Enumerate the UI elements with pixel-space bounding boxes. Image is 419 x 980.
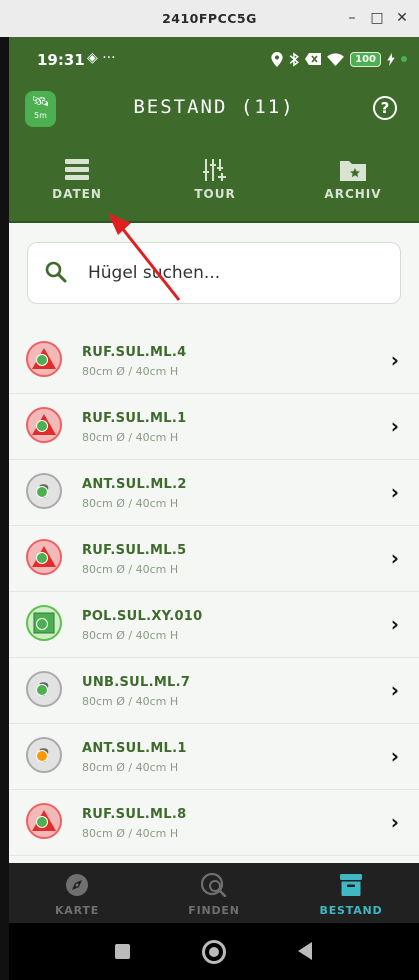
battery-indicator: 100 [350,51,381,67]
system-navigation-bar [9,923,419,980]
item-dimensions: 80cm Ø / 40cm H [82,365,179,378]
item-name: UNB.SUL.ML.7 [82,675,191,690]
status-dot-icon [36,816,48,828]
item-name: RUF.SUL.ML.4 [82,345,187,360]
back-button[interactable] [298,942,312,960]
nav-label: BESTAND [319,904,383,917]
status-bar: 19:31 ◈ ··· 100 [9,37,419,82]
compass-icon [66,874,88,896]
item-dimensions: 80cm Ø / 40cm H [82,629,179,642]
status-extra-icons: ◈ ··· [87,50,116,66]
item-dimensions: 80cm Ø / 40cm H [82,431,179,444]
list-item[interactable]: POL.SUL.XY.010 80cm Ø / 40cm H › [9,592,419,658]
tab-label: DATEN [52,187,102,201]
wifi-icon [327,52,344,66]
item-dimensions: 80cm Ø / 40cm H [82,695,179,708]
status-time: 19:31 [37,51,85,69]
tab-tour[interactable]: TOUR [150,159,280,223]
nav-label: KARTE [54,904,100,917]
item-dimensions: 80cm Ø / 40cm H [82,827,179,840]
archive-box-icon [340,874,362,896]
search-box [27,242,401,304]
list-icon [65,159,89,180]
home-button[interactable] [202,940,226,964]
top-tabs: DATEN TOUR ARCHIV [9,159,419,223]
nav-bestand[interactable]: BESTAND [283,873,419,917]
item-dimensions: 80cm Ø / 40cm H [82,761,179,774]
item-name: ANT.SUL.ML.1 [82,741,187,756]
list-item[interactable]: ?ANT.SUL.ML.280cm Ø / 40cm H› [9,460,419,526]
location-icon [271,51,283,67]
maximize-button[interactable]: □ [369,10,385,26]
item-name: RUF.SUL.ML.5 [82,543,187,558]
nav-finden[interactable]: FINDEN [146,872,282,917]
bluetooth-icon [289,51,300,67]
status-dot-icon [36,618,48,630]
list-item[interactable]: ?ANT.SUL.ML.180cm Ø / 40cm H› [9,724,419,790]
tab-daten[interactable]: DATEN [12,159,142,223]
item-name: ANT.SUL.ML.2 [82,477,187,492]
chevron-right-icon: › [390,810,399,834]
chevron-right-icon: › [390,546,399,570]
privacy-dot-icon [401,56,407,62]
item-name: RUF.SUL.ML.1 [82,411,187,426]
chevron-right-icon: › [390,744,399,768]
status-dot-icon [36,420,48,432]
item-dimensions: 80cm Ø / 40cm H [82,563,179,576]
close-button[interactable]: ✕ [394,10,410,26]
list-item[interactable]: RUF.SUL.ML.5 80cm Ø / 40cm H › [9,526,419,592]
nav-label: FINDEN [188,904,240,917]
item-dimensions: 80cm Ø / 40cm H [82,497,179,510]
search-input[interactable] [86,257,380,289]
charging-icon [387,52,395,66]
list-item[interactable]: RUF.SUL.ML.1 80cm Ø / 40cm H › [9,394,419,460]
tab-label: TOUR [194,187,236,201]
list-item[interactable]: ?UNB.SUL.ML.780cm Ø / 40cm H› [9,658,419,724]
background-window-strip [0,37,9,980]
tab-archiv[interactable]: ARCHIV [288,159,418,223]
folder-star-icon [340,161,366,181]
nav-karte[interactable]: KARTE [9,873,145,917]
item-name: POL.SUL.XY.010 [82,609,203,624]
minimize-button[interactable]: – [344,10,360,26]
chevron-right-icon: › [390,414,399,438]
chevron-right-icon: › [390,612,399,636]
recents-button[interactable] [115,944,130,959]
status-dot-icon [36,750,48,762]
tune-add-icon [203,159,226,181]
mound-list: RUF.SUL.ML.4 80cm Ø / 40cm H › RUF.SUL.ML.1… [9,328,419,856]
status-dot-icon [36,684,48,696]
tab-label: ARCHIV [324,187,382,201]
notification-x-icon [305,53,322,65]
list-item[interactable]: RUF.SUL.ML.8 80cm Ø / 40cm H › [9,790,419,856]
item-name: RUF.SUL.ML.8 [82,807,187,822]
search-icon [45,261,67,283]
status-dot-icon [36,354,48,366]
status-dot-icon [36,552,48,564]
window-title-bar: 2410FPCC5G – □ ✕ [0,0,419,37]
search-location-icon [200,872,227,898]
phone-screen: 19:31 ◈ ··· 100 🛰 5m BESTAND (11) ? DATE… [9,37,419,980]
chevron-right-icon: › [390,348,399,372]
help-icon[interactable]: ? [373,96,397,120]
list-item[interactable]: RUF.SUL.ML.4 80cm Ø / 40cm H › [9,328,419,394]
status-dot-icon [36,486,48,498]
page-title: BESTAND (11) [133,96,295,118]
chevron-right-icon: › [390,678,399,702]
bottom-navigation: KARTE FINDEN BESTAND [9,863,419,923]
chevron-right-icon: › [390,480,399,504]
